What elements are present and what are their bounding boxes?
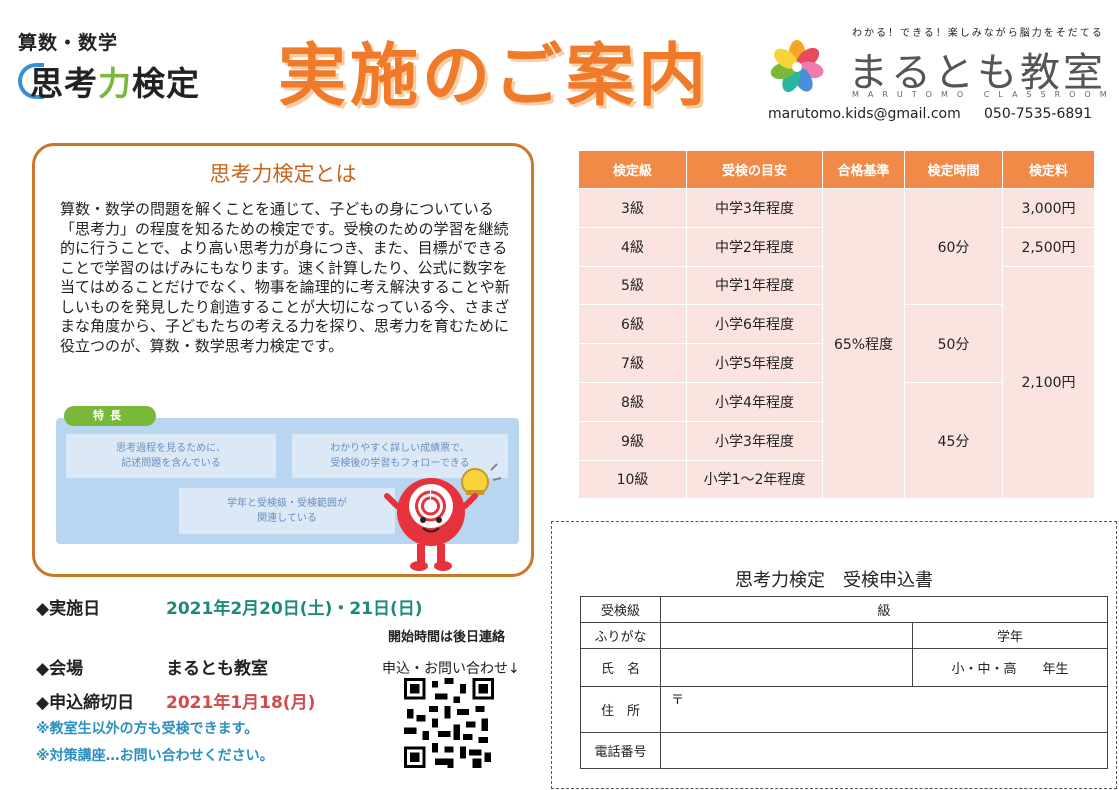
qr-code-icon[interactable] bbox=[404, 678, 494, 768]
time-cell: 50分 bbox=[904, 304, 1003, 383]
feature-3: 学年と受検級・受検範囲が 関連している bbox=[179, 488, 395, 534]
date-label: ◆実施日 bbox=[36, 599, 101, 619]
level-cell: 中学3年程度 bbox=[686, 188, 823, 228]
form-row-name: 氏 名 小・中・高 年生 bbox=[580, 648, 1108, 687]
venue-value: まるとも教室 bbox=[166, 659, 268, 679]
level-cell: 中学1年程度 bbox=[686, 265, 823, 306]
postal-mark: 〒 bbox=[671, 693, 685, 708]
form-row-grade: 受検級 級 bbox=[580, 596, 1108, 623]
grade-cell: 4級 bbox=[578, 226, 687, 267]
grade-cell: 10級 bbox=[578, 459, 687, 500]
form-row-phone: 電話番号 bbox=[580, 732, 1108, 769]
application-form: 受検級 級 ふりがな 学年 氏 名 小・中・高 年生 住 所 〒 電話番号 bbox=[580, 596, 1108, 769]
brand-english: MARUTOMO CLASSROOM bbox=[852, 90, 1116, 99]
mascot-icon bbox=[384, 463, 502, 571]
fee-table: 検定級 受検の目安 合格基準 検定時間 検定料 3級 中学3年程度 65%程度 … bbox=[578, 150, 1095, 500]
col-time: 検定時間 bbox=[904, 150, 1003, 189]
col-level: 受検の目安 bbox=[686, 150, 823, 189]
contact-note: 申込・お問い合わせ↓ bbox=[382, 661, 520, 677]
form-row-furigana: ふりがな 学年 bbox=[580, 622, 1108, 649]
name-label: 氏 名 bbox=[580, 648, 661, 687]
pass-cell: 65%程度 bbox=[822, 187, 905, 500]
fee-cell: 2,100円 bbox=[1002, 265, 1095, 500]
venue-row: ◆会場 まるとも教室 bbox=[36, 654, 268, 679]
brand-tagline: わかる！できる！楽しみながら脳力をそだてる bbox=[852, 28, 1104, 39]
address-label: 住 所 bbox=[580, 686, 661, 733]
deadline-row: ◆申込締切日 2021年1月18(月) bbox=[36, 688, 315, 713]
level-cell: 小学1～2年程度 bbox=[686, 459, 823, 500]
furigana-label: ふりがな bbox=[580, 622, 661, 649]
col-pass: 合格基準 bbox=[822, 150, 905, 189]
table-row: 3級 中学3年程度 65%程度 60分 3,000円 bbox=[578, 187, 1095, 500]
feature-1: 思考過程を見るために、 記述問題を含んでいる bbox=[66, 434, 276, 478]
about-heading: 思考力検定とは bbox=[209, 162, 357, 186]
furigana-field[interactable] bbox=[660, 622, 913, 649]
school-year-label: 学年 bbox=[912, 622, 1108, 649]
logo-char-4: 検定 bbox=[132, 64, 200, 103]
school-year-field[interactable]: 小・中・高 年生 bbox=[912, 648, 1108, 687]
contact-email[interactable]: marutomo.kids@gmail.com bbox=[768, 106, 961, 122]
date-row: ◆実施日 2021年2月20日(土)・21日(日) bbox=[36, 594, 423, 619]
deadline-label: ◆申込締切日 bbox=[36, 693, 135, 713]
fee-table-header: 検定級 受検の目安 合格基準 検定時間 検定料 bbox=[578, 150, 1095, 189]
col-grade: 検定級 bbox=[578, 150, 687, 189]
time-cell: 45分 bbox=[904, 381, 1003, 500]
fee-cell: 3,000円 bbox=[1002, 188, 1095, 228]
logo-char-3: 力 bbox=[98, 64, 132, 103]
grade-field[interactable]: 級 bbox=[660, 596, 1108, 623]
col-fee: 検定料 bbox=[1002, 150, 1095, 189]
date-value: 2021年2月20日(土)・21日(日) bbox=[166, 599, 423, 619]
level-cell: 中学2年程度 bbox=[686, 226, 823, 267]
contact-phone[interactable]: 050-7535-6891 bbox=[984, 106, 1092, 122]
grade-cell: 8級 bbox=[578, 381, 687, 422]
logo-char-2: 考 bbox=[64, 64, 98, 103]
about-body: 算数・数学の問題を解くことを通じて、子どもの身についている「思考力」の程度を知る… bbox=[60, 200, 510, 355]
level-cell: 小学3年程度 bbox=[686, 420, 823, 461]
kentei-logo: 算数・数学 思考力検定 bbox=[18, 28, 200, 105]
level-cell: 小学4年程度 bbox=[686, 381, 823, 422]
grade-label: 受検級 bbox=[580, 596, 661, 623]
about-box: 思考力検定とは 算数・数学の問題を解くことを通じて、子どもの身についている「思考… bbox=[32, 143, 534, 577]
grade-cell: 9級 bbox=[578, 420, 687, 461]
form-title: 思考力検定 受検申込書 bbox=[735, 570, 933, 591]
logo-char-1: 思 bbox=[30, 64, 64, 103]
flower-logo-icon bbox=[770, 40, 824, 93]
form-row-address: 住 所 〒 bbox=[580, 686, 1108, 733]
time-cell: 60分 bbox=[904, 187, 1003, 306]
logo-text: 思考力検定 bbox=[30, 57, 200, 105]
start-time-note: 開始時間は後日連絡 bbox=[388, 630, 506, 645]
level-cell: 小学6年程度 bbox=[686, 304, 823, 345]
grade-cell: 7級 bbox=[578, 343, 687, 383]
fee-cell: 2,500円 bbox=[1002, 226, 1095, 267]
note-non-members: ※教室生以外の方も受検できます。 bbox=[36, 721, 259, 737]
logo-subtitle: 算数・数学 bbox=[18, 32, 119, 54]
note-prep-course: ※対策講座…お問い合わせください。 bbox=[36, 748, 274, 764]
phone-field[interactable] bbox=[660, 732, 1108, 769]
phone-label: 電話番号 bbox=[580, 732, 661, 769]
page-title: 実施のご案内 bbox=[278, 37, 711, 116]
grade-cell: 5級 bbox=[578, 265, 687, 306]
grade-cell: 6級 bbox=[578, 304, 687, 345]
name-field[interactable] bbox=[660, 648, 913, 687]
logo-main: 思考力検定 bbox=[18, 57, 200, 105]
level-cell: 小学5年程度 bbox=[686, 343, 823, 383]
grade-cell: 3級 bbox=[578, 188, 687, 228]
features-label: 特長 bbox=[64, 406, 156, 426]
address-field[interactable]: 〒 bbox=[660, 686, 1108, 733]
venue-label: ◆会場 bbox=[36, 659, 84, 679]
deadline-value: 2021年1月18(月) bbox=[166, 693, 316, 713]
